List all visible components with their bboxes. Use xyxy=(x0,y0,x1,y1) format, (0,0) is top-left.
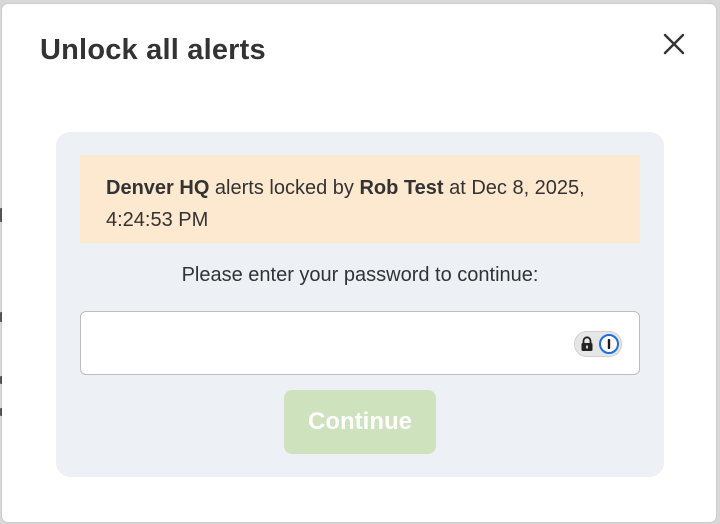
lock-notice: Denver HQ alerts locked by Rob Test at D… xyxy=(80,155,640,243)
lock-icon xyxy=(581,336,593,351)
notice-user: Rob Test xyxy=(359,177,444,199)
continue-button[interactable]: Continue xyxy=(284,390,436,454)
notice-location: Denver HQ xyxy=(106,177,210,199)
dialog-title: Unlock all alerts xyxy=(40,34,266,66)
notice-text-1: alerts locked by xyxy=(209,177,360,199)
password-prompt: Please enter your password to continue: xyxy=(181,264,539,286)
close-button[interactable] xyxy=(660,30,688,58)
password-input[interactable] xyxy=(80,311,640,375)
password-field-wrapper xyxy=(80,311,640,375)
password-manager-icon xyxy=(599,334,619,354)
page-backdrop: Unlock all alerts Denver HQ alerts locke… xyxy=(0,0,720,524)
close-icon xyxy=(663,33,685,55)
password-manager-button[interactable] xyxy=(574,331,622,357)
unlock-alerts-dialog: Unlock all alerts Denver HQ alerts locke… xyxy=(2,4,716,522)
unlock-panel: Denver HQ alerts locked by Rob Test at D… xyxy=(56,132,664,477)
